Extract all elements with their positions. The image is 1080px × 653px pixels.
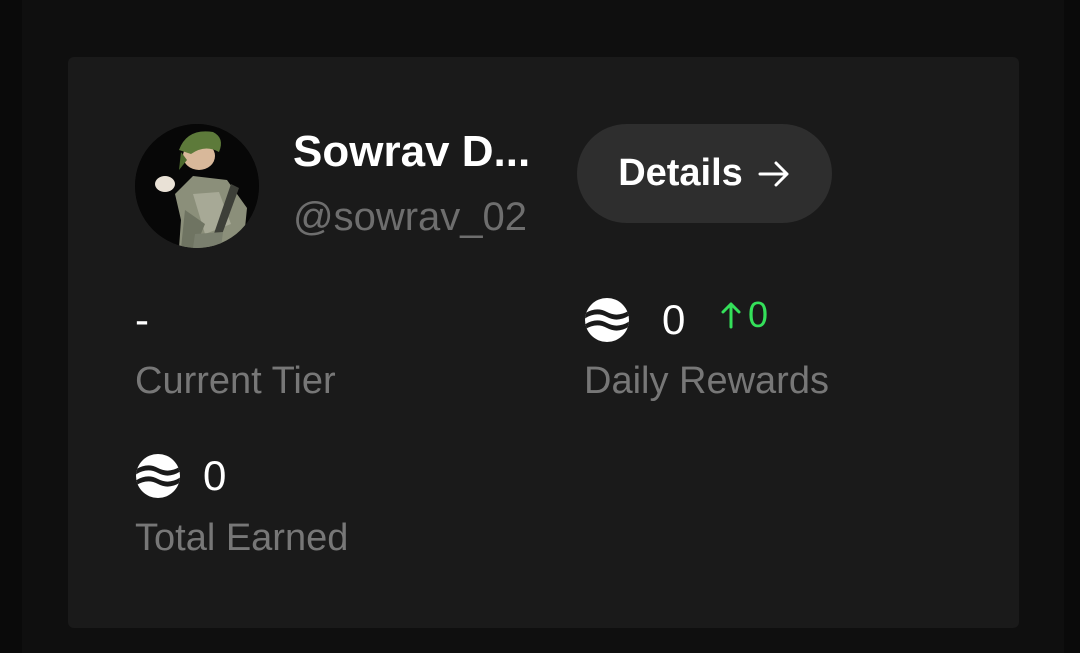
total-earned-label: Total Earned — [135, 517, 349, 559]
token-logo-icon — [585, 298, 629, 342]
profile-handle: @sowrav_02 — [293, 195, 528, 239]
daily-rewards-change-value: 0 — [748, 294, 769, 335]
details-button-label: Details — [618, 152, 743, 194]
arrow-up-icon — [721, 302, 741, 329]
token-logo-icon — [136, 454, 180, 498]
daily-rewards-change: 0 — [720, 293, 768, 337]
anime-character-avatar-icon — [135, 124, 259, 248]
current-tier-label: Current Tier — [135, 360, 336, 402]
daily-rewards-value: 0 — [662, 296, 686, 343]
profile-rewards-card: Sowrav D... @sowrav_02 Details - Current… — [68, 57, 1019, 628]
daily-rewards-label: Daily Rewards — [584, 360, 829, 402]
total-earned-value: 0 — [203, 452, 227, 499]
details-button[interactable]: Details — [577, 124, 832, 223]
avatar — [135, 124, 259, 248]
current-tier-value: - — [135, 296, 149, 343]
arrow-right-icon — [757, 157, 791, 191]
profile-name: Sowrav D... — [293, 127, 531, 176]
